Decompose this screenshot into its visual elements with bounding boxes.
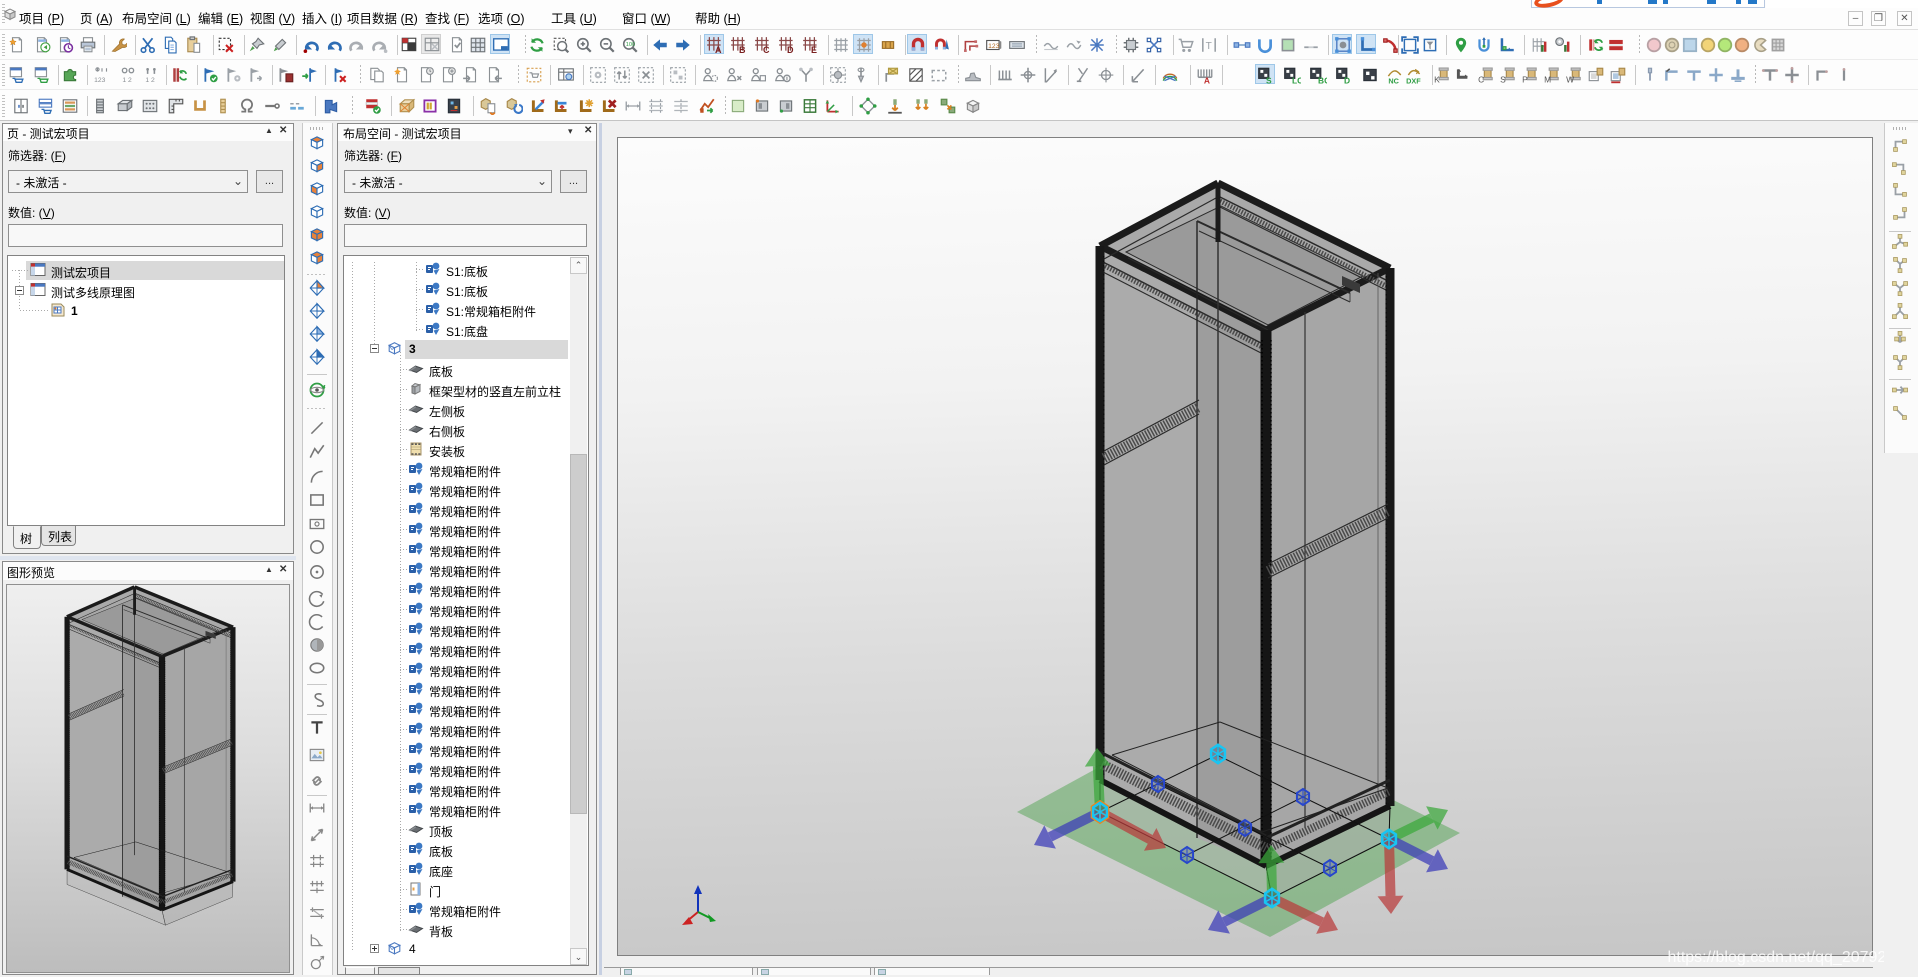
svg-text:M: M bbox=[1544, 74, 1551, 84]
svg-text:C: C bbox=[763, 45, 770, 54]
svg-text:P: P bbox=[1522, 74, 1528, 84]
svg-text:W: W bbox=[1566, 74, 1574, 84]
svg-text:BC: BC bbox=[1318, 75, 1327, 84]
svg-text:A: A bbox=[715, 45, 722, 54]
svg-text:DXF: DXF bbox=[1406, 76, 1421, 84]
svg-text:A: A bbox=[1204, 75, 1210, 84]
svg-text:C: C bbox=[1478, 74, 1484, 84]
svg-text:D: D bbox=[1344, 75, 1350, 84]
svg-text:E: E bbox=[811, 45, 817, 54]
svg-text:123: 123 bbox=[94, 77, 106, 84]
svg-text:100: 100 bbox=[626, 42, 635, 48]
svg-text:1 2: 1 2 bbox=[145, 77, 155, 84]
svg-text:123: 123 bbox=[988, 43, 1000, 50]
svg-text:T: T bbox=[1206, 41, 1212, 52]
svg-text:K: K bbox=[1434, 74, 1440, 84]
svg-text:D: D bbox=[787, 45, 794, 54]
svg-text:S: S bbox=[1500, 74, 1506, 84]
svg-text:LC: LC bbox=[1292, 75, 1301, 84]
svg-text:1 2: 1 2 bbox=[122, 77, 132, 84]
svg-text:B: B bbox=[739, 45, 746, 54]
svg-text:NC: NC bbox=[1388, 76, 1399, 84]
svg-text:S: S bbox=[1266, 75, 1272, 84]
